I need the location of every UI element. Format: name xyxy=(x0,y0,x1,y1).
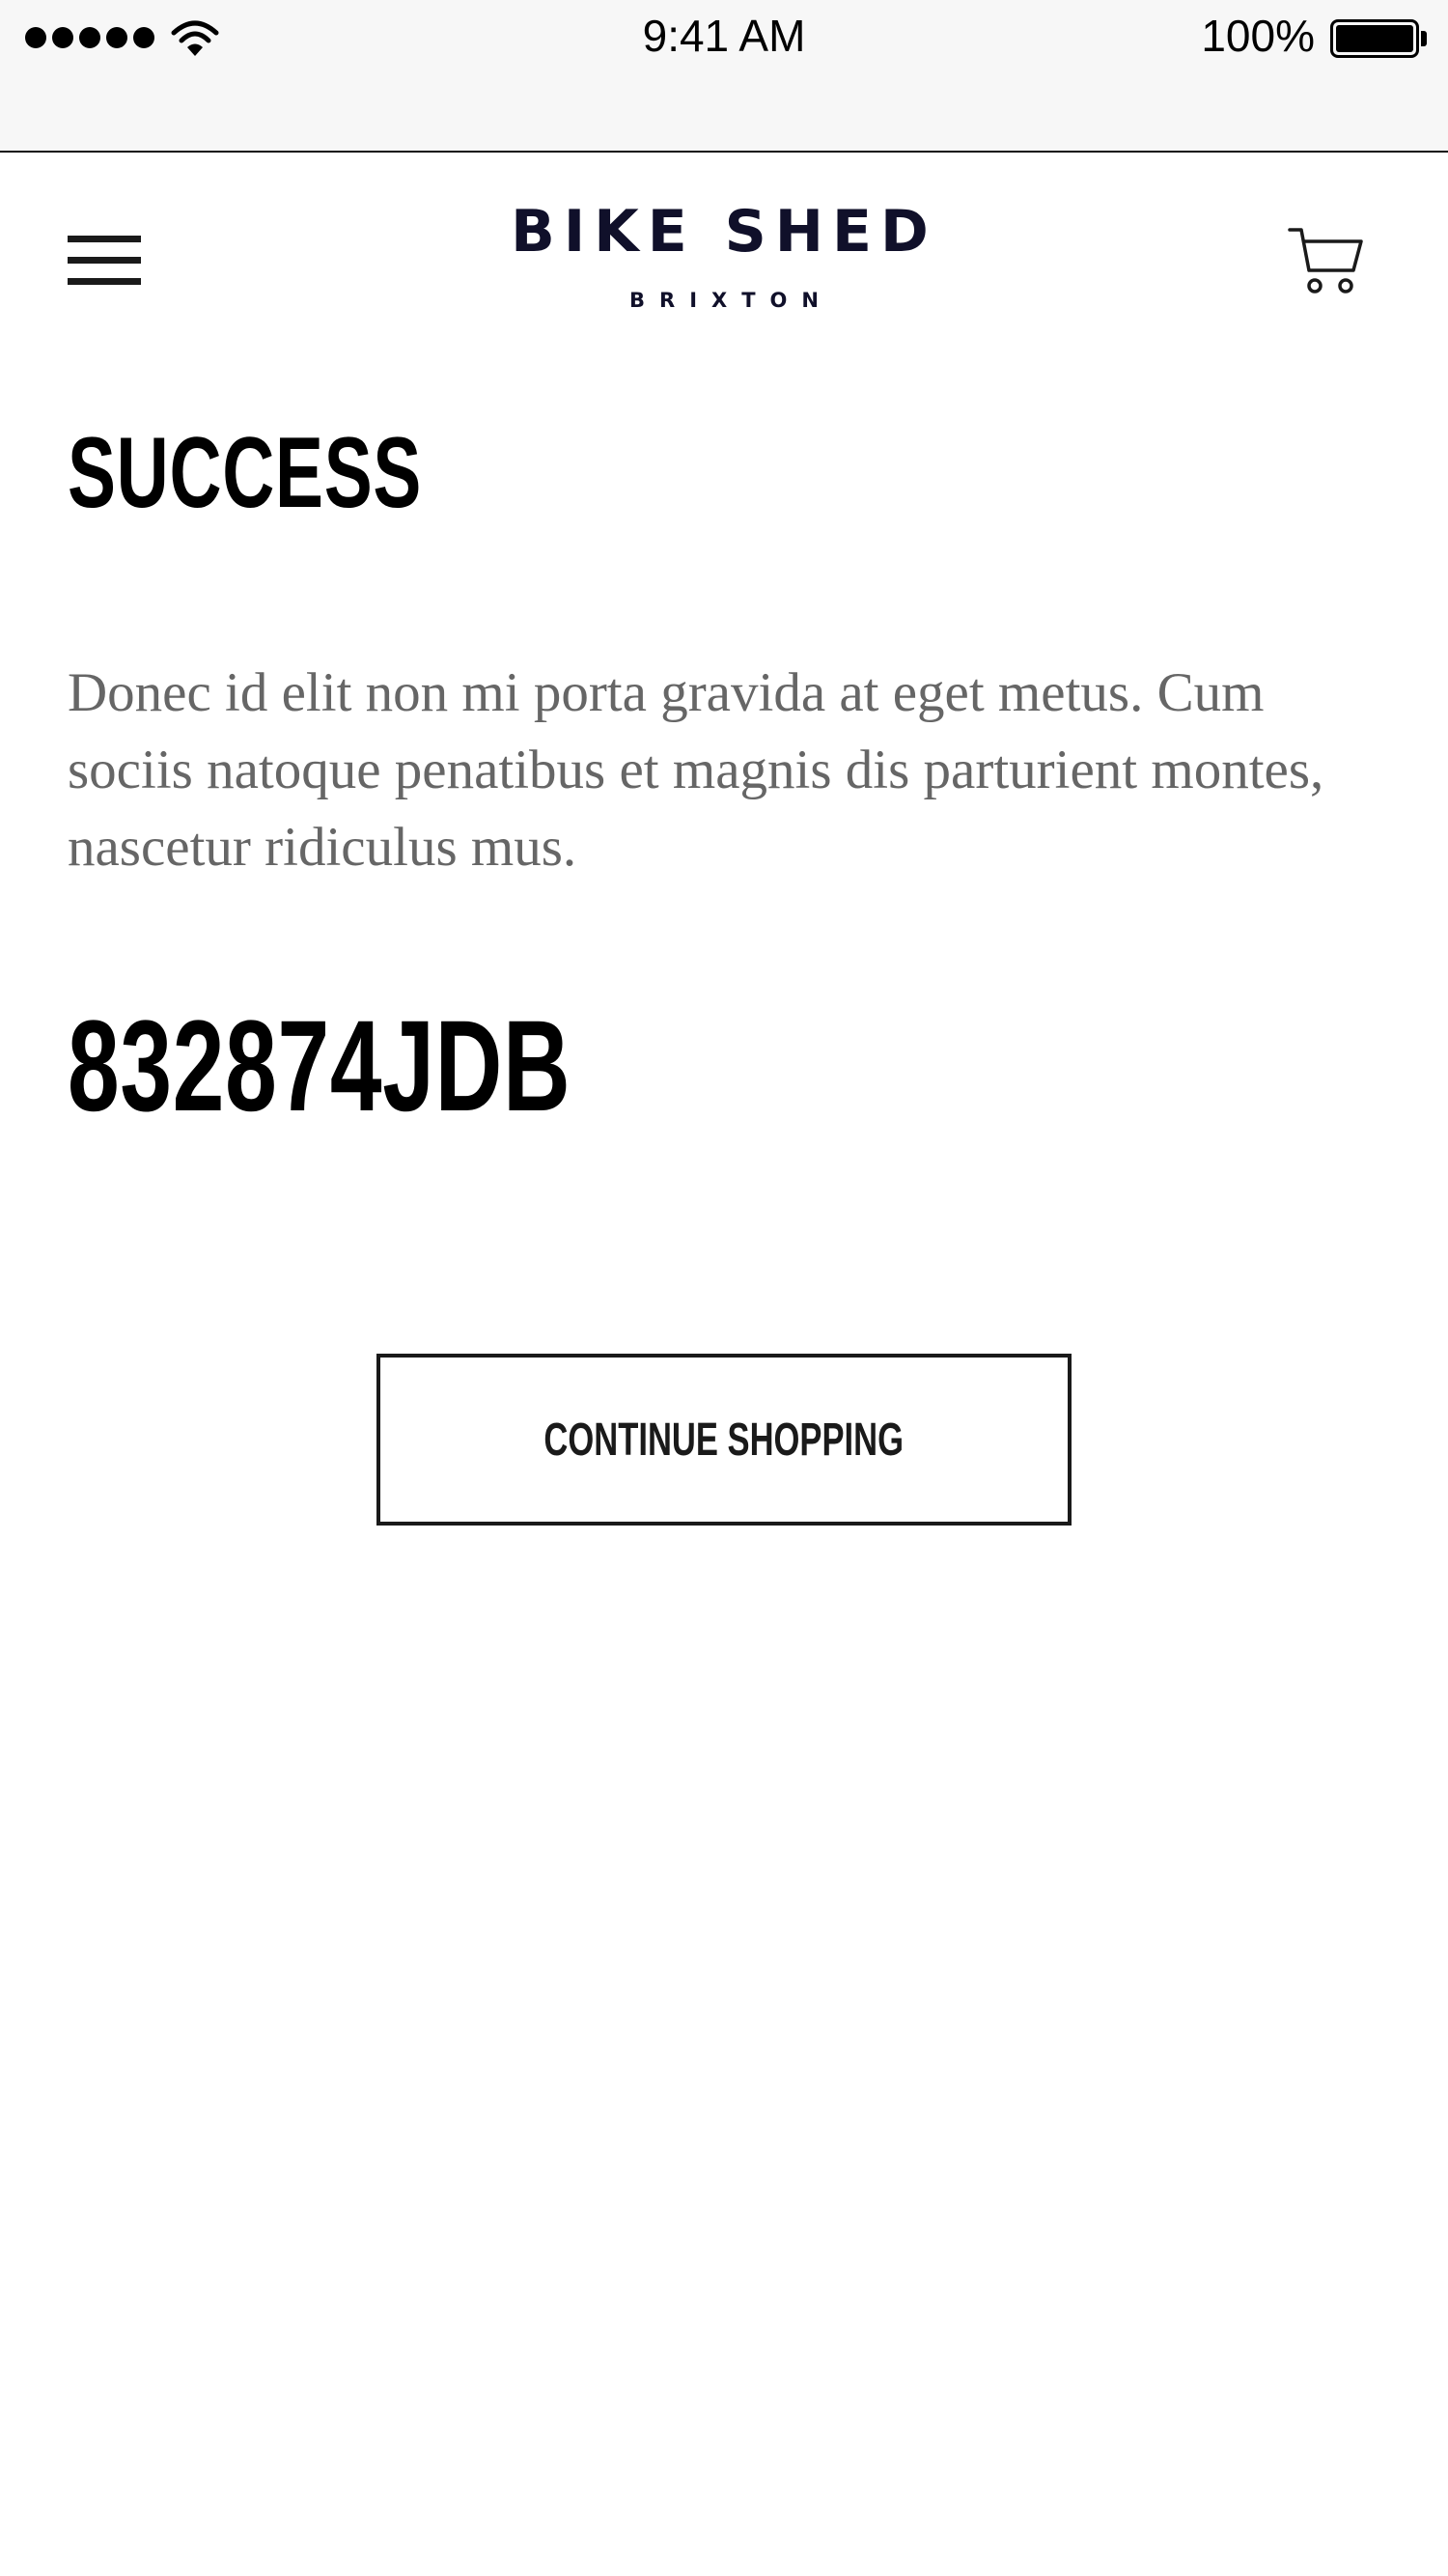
logo[interactable]: BIKE SHED BRIXTON xyxy=(483,198,965,312)
success-message: Donec id elit non mi porta gravida at eg… xyxy=(68,662,1324,878)
shopping-cart-icon[interactable] xyxy=(1288,224,1365,295)
order-code: 832874JDB xyxy=(68,994,571,1138)
hamburger-menu-icon[interactable] xyxy=(68,236,141,290)
logo-main-text: BIKE SHED xyxy=(511,198,937,266)
continue-shopping-label: CONTINUE SHOPPING xyxy=(543,1414,905,1466)
battery-percentage: 100% xyxy=(1201,11,1315,61)
logo-sub-text: BRIXTON xyxy=(629,289,833,312)
page-title: SUCCESS xyxy=(68,417,423,529)
status-bar: 9:41 AM 100% xyxy=(0,0,1448,153)
battery-tip xyxy=(1421,31,1427,46)
continue-shopping-button[interactable]: CONTINUE SHOPPING xyxy=(376,1354,1072,1526)
battery-icon xyxy=(1330,19,1419,58)
